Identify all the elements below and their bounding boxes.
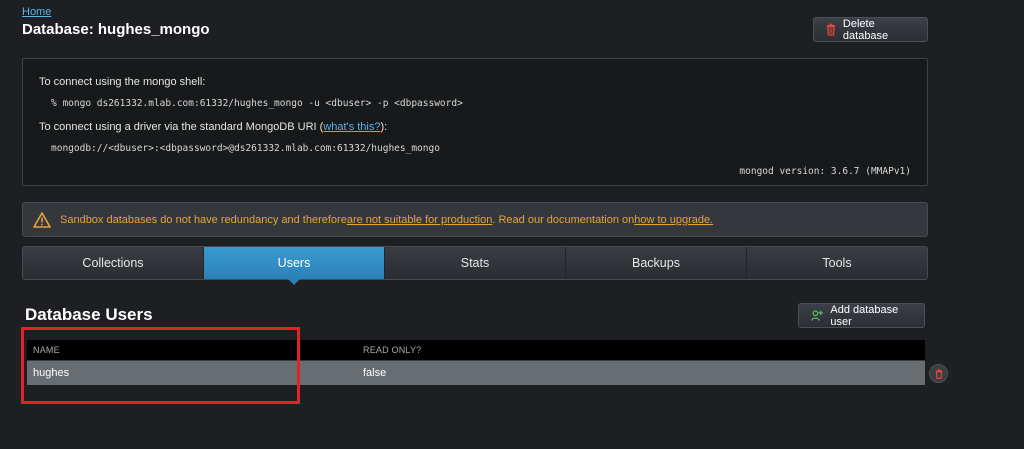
warning-text-1: Sandbox databases do not have redundancy… bbox=[60, 213, 347, 226]
tab-backups[interactable]: Backups bbox=[566, 247, 747, 279]
tab-collections[interactable]: Collections bbox=[23, 247, 204, 279]
page-title: Database: hughes_mongo bbox=[22, 21, 210, 38]
connection-info-panel: To connect using the mongo shell: % mong… bbox=[22, 58, 928, 186]
add-database-user-label: Add database user bbox=[830, 303, 899, 328]
mongodb-uri: mongodb://<dbuser>:<dbpassword>@ds261332… bbox=[51, 143, 440, 154]
warning-text-2: . Read our documentation on bbox=[492, 213, 635, 226]
tab-tools[interactable]: Tools bbox=[747, 247, 927, 279]
read-only-cell: false bbox=[363, 367, 387, 379]
trash-icon bbox=[935, 368, 942, 379]
add-user-icon bbox=[811, 310, 823, 321]
delete-database-button[interactable]: Delete database bbox=[813, 17, 928, 42]
driver-label: To connect using a driver via the standa… bbox=[39, 121, 387, 133]
driver-label-suffix: ): bbox=[380, 121, 388, 133]
driver-label-prefix: To connect using a driver via the standa… bbox=[39, 121, 324, 133]
whats-this-link[interactable]: what's this? bbox=[323, 121, 380, 133]
database-users-title: Database Users bbox=[25, 305, 153, 324]
mongod-version: mongod version: 3.6.7 (MMAPv1) bbox=[739, 166, 911, 177]
trash-icon bbox=[826, 23, 836, 36]
how-to-upgrade-link[interactable]: how to upgrade. bbox=[634, 214, 713, 226]
tab-stats[interactable]: Stats bbox=[385, 247, 566, 279]
tab-users[interactable]: Users bbox=[204, 247, 385, 285]
delete-user-button[interactable] bbox=[929, 364, 948, 383]
home-link[interactable]: Home bbox=[22, 6, 51, 18]
column-header-read-only: READ ONLY? bbox=[363, 345, 422, 355]
shell-command: % mongo ds261332.mlab.com:61332/hughes_m… bbox=[51, 98, 463, 109]
red-highlight-annotation bbox=[21, 327, 300, 404]
warning-icon bbox=[33, 211, 51, 228]
delete-database-label: Delete database bbox=[842, 17, 889, 42]
add-database-user-button[interactable]: Add database user bbox=[798, 303, 925, 328]
sandbox-warning-banner: Sandbox databases do not have redundancy… bbox=[22, 202, 928, 237]
database-tabs: Collections Users Stats Backups Tools bbox=[22, 246, 928, 285]
shell-label: To connect using the mongo shell: bbox=[39, 76, 206, 88]
not-suitable-link[interactable]: are not suitable for production bbox=[347, 214, 493, 226]
